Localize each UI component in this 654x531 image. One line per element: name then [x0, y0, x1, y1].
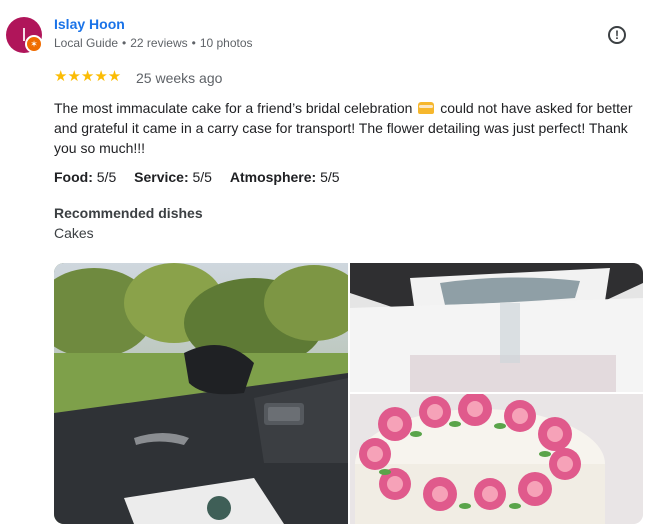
- local-guide-label: Local Guide: [54, 36, 119, 50]
- review-photo-cake[interactable]: [350, 394, 643, 524]
- review-text: The most immaculate cake for a friend’s …: [54, 98, 634, 158]
- local-guide-badge-icon: ✶: [25, 35, 43, 53]
- reviewer-meta: Local Guide • 22 reviews • 10 photos: [54, 36, 253, 50]
- star-rating: ★★★★★: [54, 68, 122, 85]
- rating-service: Service: 5/5: [134, 169, 212, 185]
- report-icon[interactable]: !: [608, 26, 626, 44]
- review-time: 25 weeks ago: [136, 70, 223, 86]
- review-photo-car[interactable]: [54, 263, 348, 524]
- review-photo-box[interactable]: [350, 263, 643, 392]
- rating-breakdown: Food: 5/5 Service: 5/5 Atmosphere: 5/5: [54, 169, 354, 185]
- photo-count: 10 photos: [199, 36, 253, 50]
- box-photo-illustration: [350, 263, 643, 392]
- recommended-dishes-value: Cakes: [54, 225, 94, 241]
- review-count: 22 reviews: [130, 36, 188, 50]
- review-text-part-1: The most immaculate cake for a friend’s …: [54, 100, 413, 116]
- cake-photo-illustration: [350, 394, 643, 524]
- car-photo-illustration: [54, 263, 348, 524]
- cake-emoji-icon: [418, 102, 435, 114]
- recommended-dishes-title: Recommended dishes: [54, 205, 203, 221]
- rating-food: Food: 5/5: [54, 169, 117, 185]
- reviewer-name[interactable]: Islay Hoon: [54, 16, 125, 32]
- rating-atmosphere: Atmosphere: 5/5: [229, 169, 340, 185]
